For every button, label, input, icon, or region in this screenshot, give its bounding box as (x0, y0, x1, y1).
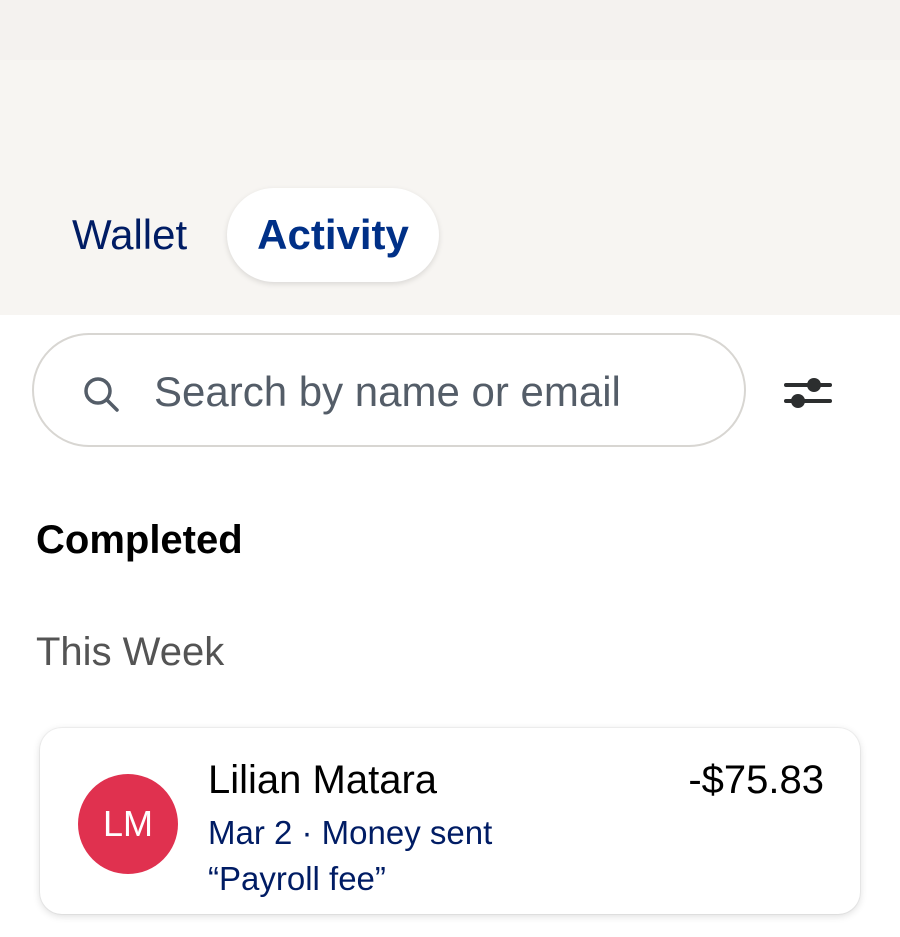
search-icon (84, 377, 119, 412)
search-input[interactable] (154, 355, 724, 429)
tab-wallet[interactable]: Wallet (40, 188, 227, 282)
group-title-this-week: This Week (36, 630, 225, 674)
header: Wallet Activity (0, 0, 900, 315)
status-bar (0, 0, 900, 60)
transaction-card[interactable]: LM Lilian Matara Mar 2 · Money sent “Pay… (40, 728, 860, 914)
transaction-amount: -$75.83 (688, 758, 824, 802)
transaction-name: Lilian Matara (208, 758, 438, 802)
avatar-initials: LM (102, 803, 153, 844)
search-row (32, 333, 872, 447)
transaction-note: “Payroll fee” (208, 860, 386, 897)
search-box[interactable] (32, 333, 746, 447)
tab-activity[interactable]: Activity (227, 188, 439, 282)
tab-bar: Wallet Activity (40, 188, 439, 282)
section-title-completed: Completed (36, 518, 243, 562)
sliders-filter-icon[interactable] (780, 369, 836, 417)
transaction-meta: Mar 2 · Money sent (208, 814, 493, 851)
avatar: LM (78, 774, 178, 874)
